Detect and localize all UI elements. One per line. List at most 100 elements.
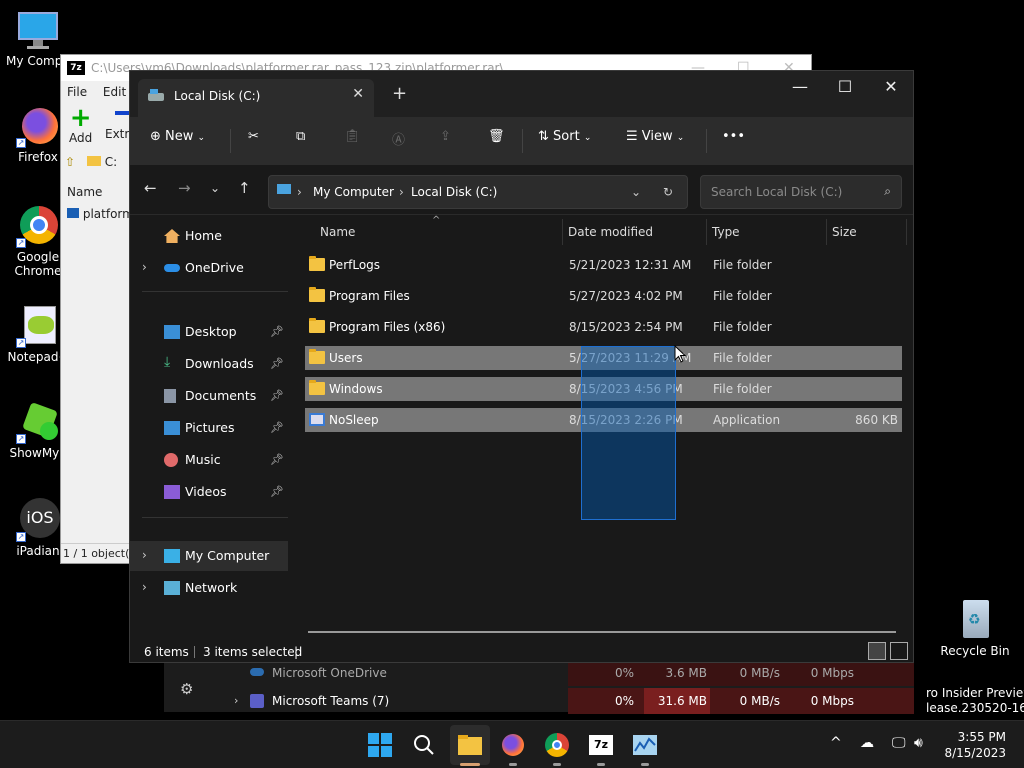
tiles-view-icon[interactable]	[890, 642, 908, 660]
nav-item-documents[interactable]: Documents 📌︎	[130, 381, 288, 411]
refresh-icon[interactable]: ↻	[663, 185, 673, 199]
process-network: 0 Mbps	[810, 666, 854, 680]
back-arrow-icon[interactable]: ←	[144, 179, 157, 197]
recycle-bin-icon: ♻	[953, 598, 997, 642]
file-name: Windows	[329, 382, 383, 396]
nav-item-home[interactable]: Home	[130, 221, 288, 251]
pin-icon[interactable]: 📌︎	[270, 485, 284, 498]
view-list-icon: ☰	[626, 129, 638, 144]
pin-icon[interactable]: 📌︎	[270, 357, 284, 370]
nav-label: Pictures	[185, 420, 235, 435]
pin-icon[interactable]: 📌︎	[270, 421, 284, 434]
pin-icon[interactable]: 📌︎	[270, 325, 284, 338]
recent-chevron-icon[interactable]: ⌄	[210, 181, 220, 195]
sort-icon: ⇅	[538, 129, 549, 144]
sort-button[interactable]: ⇅ Sort ⌄	[538, 129, 591, 144]
breadcrumb-local-disk[interactable]: Local Disk (C:)	[411, 185, 497, 199]
archive-file-row[interactable]: platform	[67, 207, 134, 221]
volume-icon[interactable]: 🔊︎	[914, 735, 923, 751]
expand-chevron-icon[interactable]: ›	[142, 580, 147, 594]
rename-icon[interactable]: Ⓐ	[392, 129, 405, 148]
share-icon[interactable]: ⇪	[440, 129, 451, 144]
show-hidden-icons-chevron[interactable]: ^	[830, 735, 842, 751]
column-name[interactable]: Name	[67, 185, 102, 199]
onedrive-icon	[250, 668, 264, 676]
address-dropdown-icon[interactable]: ⌄	[631, 185, 641, 199]
nav-label: Home	[185, 228, 222, 243]
chevron-down-icon: ⌄	[583, 133, 592, 143]
cut-icon[interactable]: ✂	[248, 129, 259, 144]
add-button[interactable]: + Add	[69, 105, 92, 145]
search-input[interactable]: Search Local Disk (C:) ⌕	[700, 175, 902, 209]
taskbar-file-explorer[interactable]	[450, 725, 490, 765]
file-row[interactable]: Program Files 5/27/2023 4:02 PM File folde…	[305, 284, 902, 308]
nav-item-videos[interactable]: Videos 📌︎	[130, 477, 288, 507]
taskbar-firefox[interactable]	[497, 729, 529, 761]
details-view-icon[interactable]	[868, 642, 886, 660]
new-button[interactable]: ⊕ New ⌄	[150, 129, 205, 144]
copy-icon[interactable]: ⧉	[296, 129, 305, 144]
process-name: Microsoft Teams (7)	[272, 694, 390, 708]
7zip-path-bar[interactable]: ⇧ C:	[65, 155, 135, 177]
column-header-name[interactable]: Name	[320, 225, 355, 239]
task-manager-window[interactable]: ⚙ Microsoft OneDrive 0% 3.6 MB 0 MB/s 0 …	[164, 660, 914, 714]
plus-icon: +	[69, 103, 92, 133]
new-label: New	[165, 129, 194, 144]
column-header-date[interactable]: Date modified	[568, 225, 653, 239]
build-watermark-line1: ro Insider Preview	[926, 686, 1024, 700]
taskbar-chrome[interactable]	[541, 729, 573, 761]
nav-item-onedrive[interactable]: › OneDrive	[130, 253, 288, 283]
more-options-icon[interactable]: •••	[722, 129, 745, 144]
nav-item-downloads[interactable]: ⤓ Downloads 📌︎	[130, 349, 288, 379]
expand-chevron-icon[interactable]: ›	[142, 260, 147, 274]
nav-item-pictures[interactable]: Pictures 📌︎	[130, 413, 288, 443]
paste-icon[interactable]: 📋︎	[344, 129, 361, 144]
explorer-tab-bar[interactable]: Local Disk (C:) ✕ + — ☐ ✕	[130, 71, 913, 117]
maximize-icon[interactable]: ☐	[825, 77, 865, 96]
search-button[interactable]	[408, 729, 440, 761]
close-icon[interactable]: ✕	[871, 77, 911, 96]
taskbar-7zip[interactable]: 7z	[585, 729, 617, 761]
up-folder-icon[interactable]: ⇧	[65, 155, 75, 169]
menu-edit[interactable]: Edit	[103, 85, 126, 99]
view-button[interactable]: ☰ View ⌄	[626, 129, 684, 144]
file-row[interactable]: Program Files (x86) 8/15/2023 2:54 PM File…	[305, 315, 902, 339]
system-clock[interactable]: 3:55 PM 8/15/2023	[940, 729, 1006, 761]
tab-local-disk[interactable]: Local Disk (C:) ✕	[138, 79, 374, 117]
nav-item-desktop[interactable]: Desktop 📌︎	[130, 317, 288, 347]
process-row[interactable]: Microsoft OneDrive 0% 3.6 MB 0 MB/s 0 Mb…	[164, 660, 914, 686]
up-arrow-icon[interactable]: ↑	[238, 179, 251, 197]
file-type: File folder	[713, 382, 772, 396]
new-tab-icon[interactable]: +	[392, 83, 407, 104]
search-icon	[414, 735, 434, 755]
nav-item-network[interactable]: › Network	[130, 573, 288, 603]
column-header-type[interactable]: Type	[712, 225, 740, 239]
network-icon[interactable]: 🖵︎	[892, 735, 906, 751]
process-row[interactable]: › Microsoft Teams (7) 0% 31.6 MB 0 MB/s …	[164, 688, 914, 714]
file-explorer-window[interactable]: Local Disk (C:) ✕ + — ☐ ✕ ⊕ New ⌄ ✂ ⧉ 📋︎…	[129, 70, 914, 663]
address-bar[interactable]: › My Computer › Local Disk (C:) ⌄ ↻	[268, 175, 688, 209]
taskbar-task-manager[interactable]	[629, 729, 661, 761]
onedrive-offline-icon[interactable]: ☁	[860, 735, 874, 751]
forward-arrow-icon[interactable]: →	[178, 179, 191, 197]
column-header-size[interactable]: Size	[832, 225, 857, 239]
network-icon	[164, 581, 180, 595]
expand-chevron-icon[interactable]: ›	[234, 688, 238, 714]
pin-icon[interactable]: 📌︎	[270, 389, 284, 402]
desktop-icon-recycle-bin[interactable]: ♻ Recycle Bin	[940, 598, 1010, 658]
view-label: View	[641, 129, 673, 144]
breadcrumb-my-computer[interactable]: My Computer	[313, 185, 394, 199]
expand-chevron-icon[interactable]: ›	[142, 548, 147, 562]
horizontal-scrollbar[interactable]	[308, 631, 896, 633]
delete-icon[interactable]: 🗑︎	[488, 129, 505, 144]
nav-item-my-computer[interactable]: › My Computer	[130, 541, 288, 571]
file-list[interactable]: Name ^ Date modified Type Size PerfLogs 5…	[290, 215, 913, 640]
nav-item-music[interactable]: Music 📌︎	[130, 445, 288, 475]
pin-icon[interactable]: 📌︎	[270, 453, 284, 466]
menu-file[interactable]: File	[67, 85, 87, 99]
file-row[interactable]: PerfLogs 5/21/2023 12:31 AM File folder	[305, 253, 902, 277]
sort-caret-icon: ^	[432, 215, 441, 226]
close-tab-icon[interactable]: ✕	[352, 86, 364, 102]
minimize-icon[interactable]: —	[780, 77, 820, 96]
start-button[interactable]	[364, 729, 396, 761]
